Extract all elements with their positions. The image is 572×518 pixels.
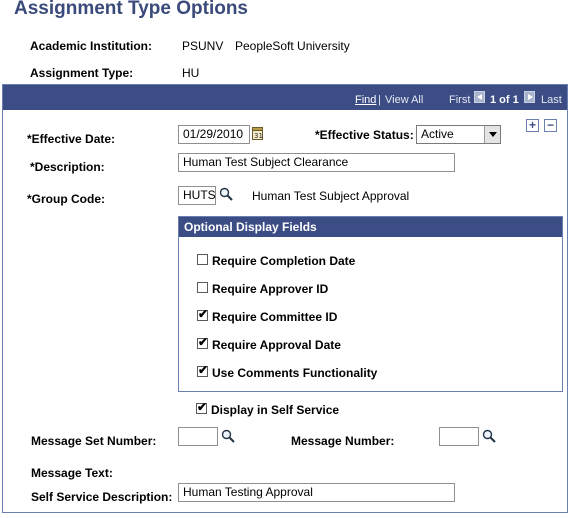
row-counter: 1 of 1 [490, 94, 519, 106]
description-label: *Description: [30, 160, 105, 174]
nav-separator: | [378, 94, 381, 106]
effective-date-input[interactable]: 01/29/2010 [178, 125, 250, 144]
calendar-icon[interactable]: 31 [252, 126, 263, 140]
self-service-description-label: Self Service Description: [31, 490, 173, 504]
require-approver-id-label: Require Approver ID [212, 282, 329, 296]
view-all-link[interactable]: View All [385, 94, 423, 106]
message-set-number-label: Message Set Number: [31, 434, 157, 448]
lookup-icon[interactable] [221, 429, 235, 443]
institution-code: PSUNV [182, 39, 224, 53]
effective-status-value: Active [421, 127, 454, 141]
effective-status-label: *Effective Status: [315, 128, 414, 142]
effective-status-select[interactable]: Active [416, 125, 501, 144]
optional-display-fields-title: Optional Display Fields [184, 220, 317, 234]
require-committee-id-checkbox[interactable]: ✔ [197, 307, 209, 321]
require-completion-date-checkbox[interactable] [197, 254, 208, 265]
display-in-self-service-label: Display in Self Service [211, 403, 340, 417]
next-arrow-icon[interactable] [524, 91, 535, 103]
message-number-input[interactable] [439, 427, 479, 446]
add-row-button[interactable]: + [526, 119, 539, 132]
description-input[interactable]: Human Test Subject Clearance [178, 153, 455, 172]
use-comments-functionality-checkbox[interactable]: ✔ [197, 363, 209, 377]
use-comments-functionality-label: Use Comments Functionality [212, 366, 378, 380]
institution-name: PeopleSoft University [235, 39, 350, 53]
group-code-label: *Group Code: [27, 192, 105, 206]
last-label: Last [541, 94, 562, 106]
require-committee-id-label: Require Committee ID [212, 310, 338, 324]
assignment-type-label: Assignment Type: [30, 66, 134, 80]
lookup-icon[interactable] [219, 187, 233, 201]
checkmark-icon: ✔ [198, 363, 209, 377]
chevron-down-icon[interactable] [484, 126, 500, 143]
self-service-description-input[interactable]: Human Testing Approval [178, 483, 455, 502]
checkmark-icon: ✔ [198, 335, 209, 349]
require-approver-id-checkbox[interactable] [197, 282, 208, 293]
first-label: First [449, 94, 471, 106]
institution-label: Academic Institution: [30, 39, 153, 53]
require-approval-date-label: Require Approval Date [212, 338, 341, 352]
lookup-icon[interactable] [482, 429, 496, 443]
delete-row-button[interactable]: − [544, 119, 557, 132]
group-code-input[interactable]: HUTS [178, 186, 216, 205]
find-link[interactable]: Find [355, 94, 376, 106]
message-set-number-input[interactable] [178, 427, 218, 446]
require-approval-date-checkbox[interactable]: ✔ [197, 335, 209, 349]
svg-text:31: 31 [254, 132, 263, 140]
assignment-type-value: HU [182, 66, 200, 80]
message-number-label: Message Number: [291, 434, 395, 448]
group-code-description: Human Test Subject Approval [252, 189, 410, 203]
display-in-self-service-checkbox[interactable]: ✔ [196, 400, 208, 414]
previous-arrow-icon[interactable] [474, 91, 485, 103]
effective-date-label: *Effective Date: [27, 132, 116, 146]
page-title: Assignment Type Options [14, 0, 249, 19]
checkmark-icon: ✔ [198, 307, 209, 321]
message-text-label: Message Text: [31, 466, 113, 480]
require-completion-date-label: Require Completion Date [212, 254, 356, 268]
checkmark-icon: ✔ [197, 400, 208, 414]
